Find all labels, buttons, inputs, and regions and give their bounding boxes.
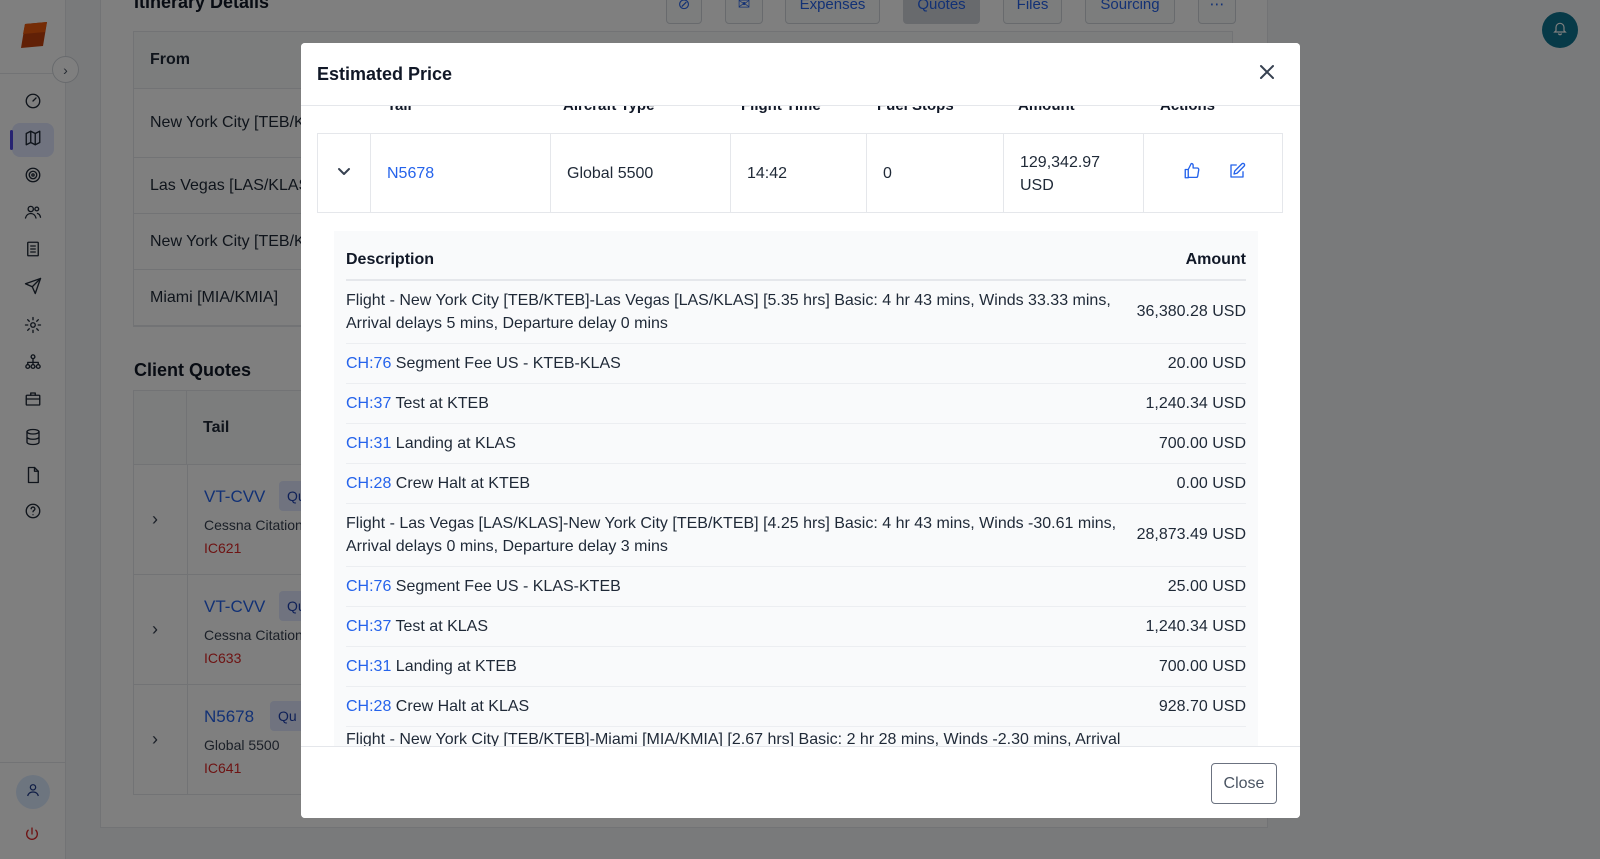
charge-code-link[interactable]: CH:37 — [346, 395, 391, 412]
modal-header: Estimated Price — [301, 43, 1300, 106]
breakdown-row: CH:28 Crew Halt at KLAS 928.70 USD — [346, 687, 1246, 727]
quote-row: N5678 Global 5500 14:42 0 129,342.97 USD — [317, 134, 1283, 213]
row-amount: 36,380.28 USD — [1136, 303, 1246, 320]
row-description: Flight - New York City [TEB/KTEB]-Las Ve… — [346, 292, 1111, 332]
row-text: Landing at KLAS — [391, 435, 516, 452]
fuel-stops: 0 — [883, 164, 892, 182]
row-amount: 0.00 USD — [1176, 474, 1246, 492]
close-button[interactable]: Close — [1211, 763, 1277, 804]
breakdown-header: Description Amount — [346, 231, 1246, 281]
modal-footer: Close — [301, 746, 1300, 818]
breakdown-row: CH:31 Landing at KTEB 700.00 USD — [346, 647, 1246, 687]
row-text: Test at KLAS — [391, 618, 489, 635]
quote-summary-table: Tail Aircraft Type Flight Time Fuel Stop… — [317, 106, 1283, 213]
edit-button[interactable] — [1228, 134, 1246, 213]
aircraft-type: Global 5500 — [567, 164, 654, 182]
tail-link[interactable]: N5678 — [387, 134, 434, 213]
price-breakdown-table: Description Amount Flight - New York Cit… — [334, 231, 1258, 746]
modal-body[interactable]: Tail Aircraft Type Flight Time Fuel Stop… — [301, 106, 1300, 746]
header-amount: Amount — [1018, 106, 1075, 114]
charge-code-link[interactable]: CH:31 — [346, 435, 391, 452]
thumbs-up-icon — [1183, 162, 1201, 185]
breakdown-row: CH:76 Segment Fee US - KTEB-KLAS 20.00 U… — [346, 344, 1246, 384]
breakdown-row: CH:28 Crew Halt at KTEB 0.00 USD — [346, 464, 1246, 504]
column-divider — [1282, 134, 1283, 213]
row-amount: 700.00 USD — [1158, 434, 1246, 452]
column-divider — [866, 134, 867, 213]
row-description: CH:28 Crew Halt at KLAS — [346, 695, 529, 718]
header-flight-time: Flight Time — [741, 106, 821, 114]
row-amount: 928.70 USD — [1158, 697, 1246, 715]
row-text: Segment Fee US - KTEB-KLAS — [391, 355, 621, 372]
charge-code-link[interactable]: CH:37 — [346, 618, 391, 635]
amount-currency: USD — [1020, 176, 1054, 194]
row-amount: 20.00 USD — [1167, 354, 1246, 372]
row-description: CH:37 Test at KLAS — [346, 615, 488, 638]
estimated-price-modal: Estimated Price Tail Aircraft Type Fligh… — [301, 43, 1300, 818]
header-fuel-stops: Fuel Stops — [877, 106, 954, 114]
column-divider — [1143, 134, 1144, 213]
header-actions: Actions — [1160, 106, 1215, 114]
header-aircraft-type: Aircraft Type — [563, 106, 654, 114]
approve-button[interactable] — [1183, 134, 1201, 213]
column-divider — [730, 134, 731, 213]
breakdown-row: CH:37 Test at KTEB 1,240.34 USD — [346, 384, 1246, 424]
charge-code-link[interactable]: CH:28 — [346, 475, 391, 492]
row-text: Segment Fee US - KLAS-KTEB — [391, 578, 621, 595]
amount: 129,342.97 USD — [1020, 134, 1100, 213]
collapse-row-button[interactable] — [336, 134, 352, 213]
modal-title: Estimated Price — [317, 64, 453, 84]
edit-icon — [1228, 162, 1246, 185]
row-text: Landing at KTEB — [391, 658, 517, 675]
column-divider — [550, 134, 551, 213]
close-icon — [1259, 64, 1275, 85]
charge-code-link[interactable]: CH:31 — [346, 658, 391, 675]
amount-value: 129,342.97 — [1020, 153, 1101, 171]
breakdown-row: CH:37 Test at KLAS 1,240.34 USD — [346, 607, 1246, 647]
charge-code-link[interactable]: CH:76 — [346, 355, 391, 372]
column-divider — [1003, 134, 1004, 213]
header-amount: Amount — [1185, 251, 1246, 268]
row-text: Test at KTEB — [391, 395, 489, 412]
flight-time: 14:42 — [747, 164, 788, 182]
modal-close-x-button[interactable] — [1256, 63, 1278, 85]
breakdown-row: Flight - New York City [TEB/KTEB]-Miami … — [346, 727, 1246, 746]
breakdown-row: CH:31 Landing at KLAS 700.00 USD — [346, 424, 1246, 464]
charge-code-link[interactable]: CH:76 — [346, 578, 391, 595]
row-description: CH:76 Segment Fee US - KLAS-KTEB — [346, 575, 621, 598]
breakdown-row: Flight - New York City [TEB/KTEB]-Las Ve… — [346, 281, 1246, 344]
row-text: Crew Halt at KTEB — [391, 475, 531, 492]
chevron-down-icon — [336, 163, 352, 184]
column-divider — [370, 134, 371, 213]
row-amount: 1,240.34 USD — [1145, 617, 1246, 635]
row-description: Flight - New York City [TEB/KTEB]-Miami … — [346, 731, 1121, 746]
row-description: CH:31 Landing at KLAS — [346, 432, 516, 455]
breakdown-row: CH:76 Segment Fee US - KLAS-KTEB 25.00 U… — [346, 567, 1246, 607]
row-text: Crew Halt at KLAS — [391, 698, 530, 715]
row-amount: 25.00 USD — [1167, 577, 1246, 595]
header-description: Description — [346, 251, 435, 268]
row-amount: 700.00 USD — [1158, 657, 1246, 675]
row-amount: 28,873.49 USD — [1136, 526, 1246, 543]
row-amount: 1,240.34 USD — [1145, 394, 1246, 412]
row-description: CH:31 Landing at KTEB — [346, 655, 517, 678]
charge-code-link[interactable]: CH:28 — [346, 698, 391, 715]
row-description: CH:28 Crew Halt at KTEB — [346, 472, 530, 495]
column-divider — [317, 134, 318, 213]
breakdown-row: Flight - Las Vegas [LAS/KLAS]-New York C… — [346, 504, 1246, 567]
quote-table-header: Tail Aircraft Type Flight Time Fuel Stop… — [317, 106, 1283, 134]
row-description: CH:37 Test at KTEB — [346, 392, 489, 415]
row-description: CH:76 Segment Fee US - KTEB-KLAS — [346, 352, 621, 375]
header-tail: Tail — [387, 106, 412, 114]
row-description: Flight - Las Vegas [LAS/KLAS]-New York C… — [346, 515, 1117, 555]
